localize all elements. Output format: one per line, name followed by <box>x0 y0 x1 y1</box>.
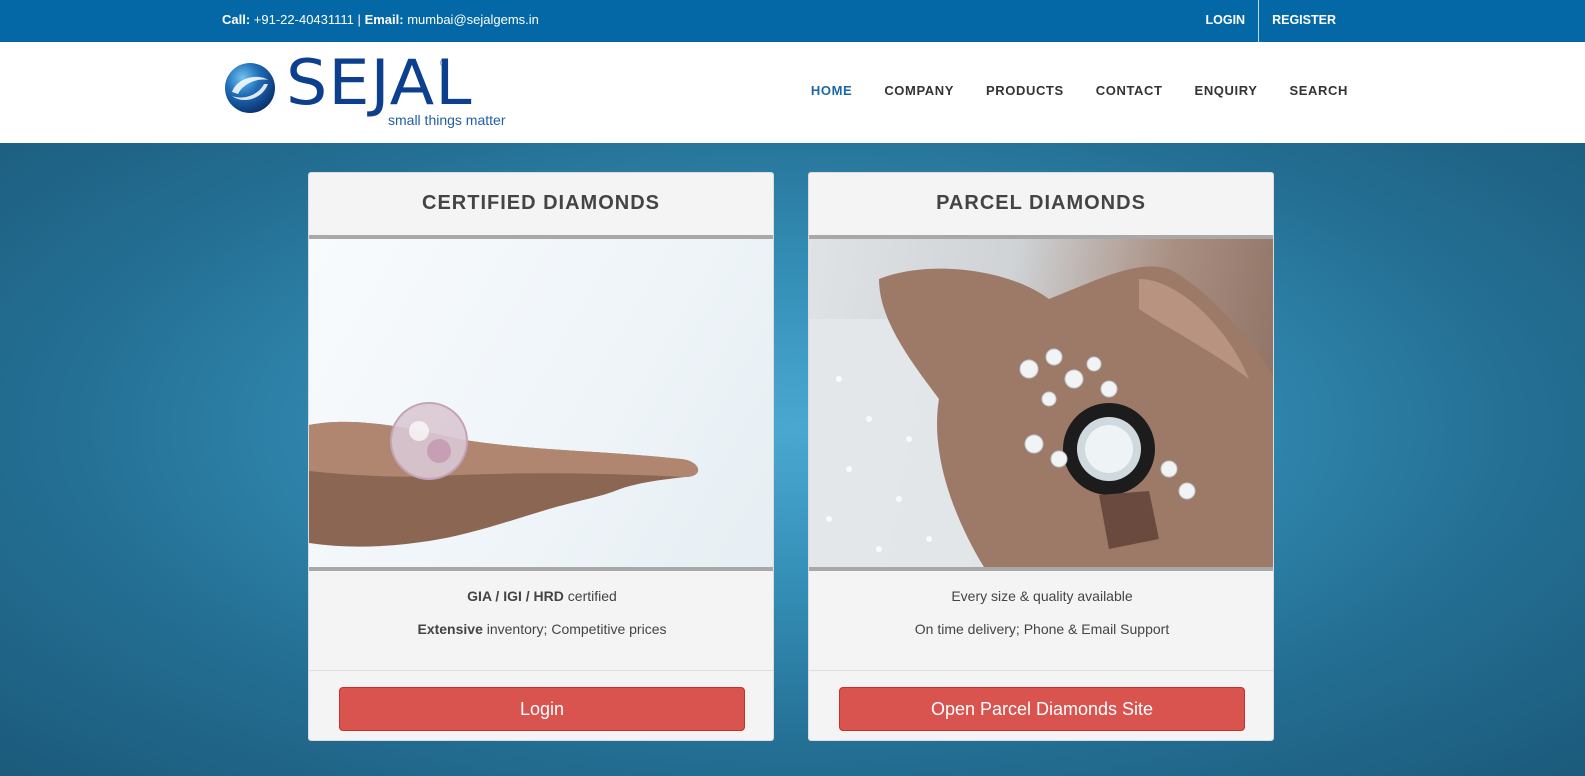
card-line-1: Every size & quality available <box>951 588 1133 604</box>
card-line-1-bold: GIA / IGI / HRD <box>467 588 564 604</box>
card-title: CERTIFIED DIAMONDS <box>422 192 660 214</box>
nav-search[interactable]: SEARCH <box>1290 83 1349 98</box>
card-line-2-bold: Extensive <box>417 621 483 637</box>
globe-logo-icon <box>225 63 275 113</box>
call-label: Call: <box>222 12 251 27</box>
email-address[interactable]: mumbai@sejalgems.in <box>407 12 539 27</box>
card-divider <box>309 670 773 671</box>
auth-links: LOGIN REGISTER <box>1193 0 1350 42</box>
card-divider <box>809 670 1273 671</box>
top-bar: Call: +91-22-40431111 | Email: mumbai@se… <box>0 0 1585 42</box>
card-line-2-text: inventory; Competitive prices <box>482 621 667 637</box>
nav-contact[interactable]: CONTACT <box>1096 83 1163 98</box>
certified-diamonds-card: CERTIFIED DIAMONDS GIA / IGI / HRD certi… <box>308 172 774 741</box>
certified-diamond-image <box>309 235 773 571</box>
nav-products[interactable]: PRODUCTS <box>986 83 1064 98</box>
card-line-1-text: certified <box>563 588 617 604</box>
parcel-diamonds-card: PARCEL DIAMONDS Every size & quality ava… <box>808 172 1274 741</box>
contact-info: Call: +91-22-40431111 | Email: mumbai@se… <box>222 12 539 27</box>
card-title: PARCEL DIAMONDS <box>936 192 1146 214</box>
parcel-diamond-image <box>809 235 1273 571</box>
brand-tagline: small things matter <box>388 112 506 128</box>
card-line-2: Extensive inventory; Competitive prices <box>309 621 773 637</box>
card-description: GIA / IGI / HRD certified Extensive inve… <box>309 588 773 654</box>
site-logo[interactable]: SEJAL ® small things matter <box>224 52 524 132</box>
register-link[interactable]: REGISTER <box>1259 0 1349 42</box>
registered-mark: ® <box>440 58 447 68</box>
main-nav: HOME COMPANY PRODUCTS CONTACT ENQUIRY SE… <box>779 83 1348 98</box>
nav-enquiry[interactable]: ENQUIRY <box>1195 83 1258 98</box>
nav-company[interactable]: COMPANY <box>884 83 954 98</box>
phone-number[interactable]: +91-22-40431111 <box>254 12 354 27</box>
card-line-1: GIA / IGI / HRD certified <box>309 588 773 604</box>
card-description: Every size & quality available On time d… <box>809 588 1273 654</box>
open-parcel-site-button[interactable]: Open Parcel Diamonds Site <box>839 687 1245 731</box>
site-header: SEJAL ® small things matter HOME COMPANY… <box>0 42 1585 143</box>
nav-home[interactable]: HOME <box>811 83 852 98</box>
hero-background <box>0 143 1585 776</box>
contact-separator: | <box>357 12 361 27</box>
login-link[interactable]: LOGIN <box>1193 0 1259 42</box>
login-button[interactable]: Login <box>339 687 745 731</box>
card-line-2: On time delivery; Phone & Email Support <box>914 621 1170 637</box>
email-label: Email: <box>364 12 404 27</box>
